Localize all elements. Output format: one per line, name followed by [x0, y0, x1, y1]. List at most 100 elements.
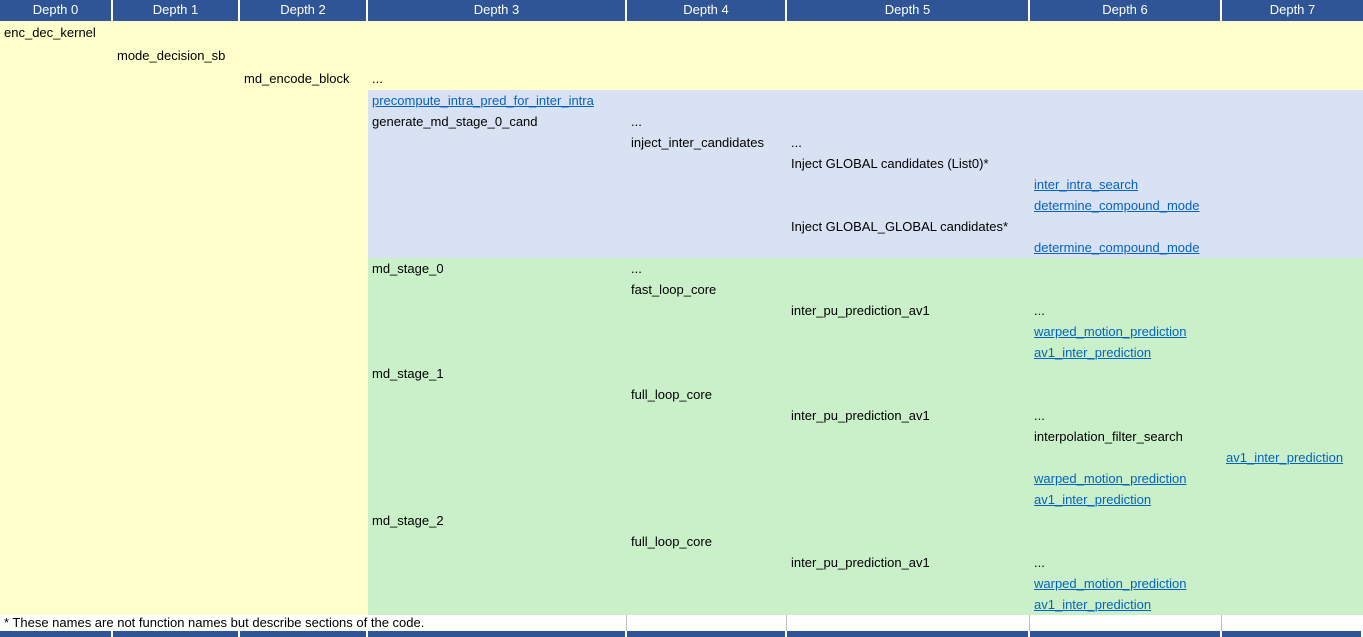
table-row: full_loop_core — [0, 531, 1363, 552]
link-inter-intra-search[interactable]: inter_intra_search — [1030, 177, 1138, 192]
cell — [113, 468, 240, 489]
cell — [240, 216, 368, 237]
label-inject-global-global-candidates: Inject GLOBAL_GLOBAL candidates* — [787, 219, 1008, 234]
partial-header-cell — [240, 631, 368, 637]
cell — [1222, 90, 1363, 111]
table-row: inter_pu_prediction_av1... — [0, 552, 1363, 573]
label-inter-pu-prediction-av1: inter_pu_prediction_av1 — [787, 408, 930, 423]
cell: md_stage_1 — [368, 363, 627, 384]
cell — [1222, 531, 1363, 552]
cell — [368, 195, 627, 216]
cell: warped_motion_prediction — [1030, 573, 1222, 594]
cell — [1030, 531, 1222, 552]
cell — [240, 153, 368, 174]
partial-header-cell — [113, 631, 240, 637]
cell — [368, 21, 627, 44]
cell — [240, 21, 368, 44]
cell — [113, 153, 240, 174]
cell — [113, 111, 240, 132]
cell — [113, 67, 240, 90]
table-row: determine_compound_mode — [0, 195, 1363, 216]
cell — [0, 237, 113, 258]
cell — [113, 174, 240, 195]
cell — [240, 468, 368, 489]
cell — [787, 594, 1030, 615]
cell: ... — [1030, 552, 1222, 573]
cell — [0, 405, 113, 426]
cell — [0, 363, 113, 384]
cell — [240, 300, 368, 321]
cell — [113, 573, 240, 594]
table-row: md_encode_block... — [0, 67, 1363, 90]
table-row: generate_md_stage_0_cand... — [0, 111, 1363, 132]
cell — [1222, 132, 1363, 153]
cell — [1222, 216, 1363, 237]
cell: md_stage_2 — [368, 510, 627, 531]
empty-cell — [1030, 615, 1222, 631]
link-warped-motion-prediction[interactable]: warped_motion_prediction — [1030, 576, 1186, 591]
link-av1-inter-prediction[interactable]: av1_inter_prediction — [1030, 345, 1151, 360]
cell: warped_motion_prediction — [1030, 468, 1222, 489]
cell — [240, 237, 368, 258]
label-ellipsis: ... — [627, 261, 642, 276]
cell — [240, 573, 368, 594]
table-row: inter_intra_search — [0, 174, 1363, 195]
table-row: Inject GLOBAL candidates (List0)* — [0, 153, 1363, 174]
link-warped-motion-prediction[interactable]: warped_motion_prediction — [1030, 324, 1186, 339]
cell — [0, 342, 113, 363]
label-md-stage-1: md_stage_1 — [368, 366, 444, 381]
label-fast-loop-core: fast_loop_core — [627, 282, 716, 297]
cell — [113, 342, 240, 363]
cell: precompute_intra_pred_for_inter_intra — [368, 90, 627, 111]
cell — [368, 573, 627, 594]
cell — [627, 447, 787, 468]
cell — [240, 90, 368, 111]
cell — [787, 573, 1030, 594]
cell — [368, 468, 627, 489]
cell: ... — [1030, 300, 1222, 321]
link-av1-inter-prediction[interactable]: av1_inter_prediction — [1222, 450, 1343, 465]
cell — [627, 510, 787, 531]
cell — [113, 552, 240, 573]
cell — [0, 153, 113, 174]
cell — [368, 447, 627, 468]
link-warped-motion-prediction[interactable]: warped_motion_prediction — [1030, 471, 1186, 486]
label-ellipsis: ... — [368, 71, 383, 86]
cell — [0, 594, 113, 615]
cell — [1222, 300, 1363, 321]
link-precompute-intra-pred-for-inter-intra[interactable]: precompute_intra_pred_for_inter_intra — [368, 93, 594, 108]
link-determine-compound-mode[interactable]: determine_compound_mode — [1030, 240, 1200, 255]
cell: inject_inter_candidates — [627, 132, 787, 153]
cell — [113, 321, 240, 342]
link-av1-inter-prediction[interactable]: av1_inter_prediction — [1030, 492, 1151, 507]
cell — [368, 489, 627, 510]
cell — [368, 44, 627, 67]
link-av1-inter-prediction[interactable]: av1_inter_prediction — [1030, 597, 1151, 612]
cell: ... — [1030, 405, 1222, 426]
cell: fast_loop_core — [627, 279, 787, 300]
cell — [368, 174, 627, 195]
cell — [1222, 489, 1363, 510]
cell — [627, 237, 787, 258]
link-determine-compound-mode[interactable]: determine_compound_mode — [1030, 198, 1200, 213]
partial-header-cell — [368, 631, 627, 637]
cell — [368, 132, 627, 153]
table-row: fast_loop_core — [0, 279, 1363, 300]
cell — [787, 468, 1030, 489]
cell — [627, 468, 787, 489]
label-inject-global-candidates-list0: Inject GLOBAL candidates (List0)* — [787, 156, 989, 171]
label-full-loop-core: full_loop_core — [627, 387, 712, 402]
cell — [1030, 447, 1222, 468]
cell — [368, 279, 627, 300]
cell — [1222, 44, 1363, 67]
cell — [1222, 384, 1363, 405]
cell — [368, 594, 627, 615]
cell — [787, 342, 1030, 363]
cell — [627, 44, 787, 67]
cell — [1222, 573, 1363, 594]
cell — [787, 90, 1030, 111]
table-row: warped_motion_prediction — [0, 573, 1363, 594]
table-row: md_stage_0... — [0, 258, 1363, 279]
cell — [1030, 510, 1222, 531]
cell: inter_pu_prediction_av1 — [787, 405, 1030, 426]
